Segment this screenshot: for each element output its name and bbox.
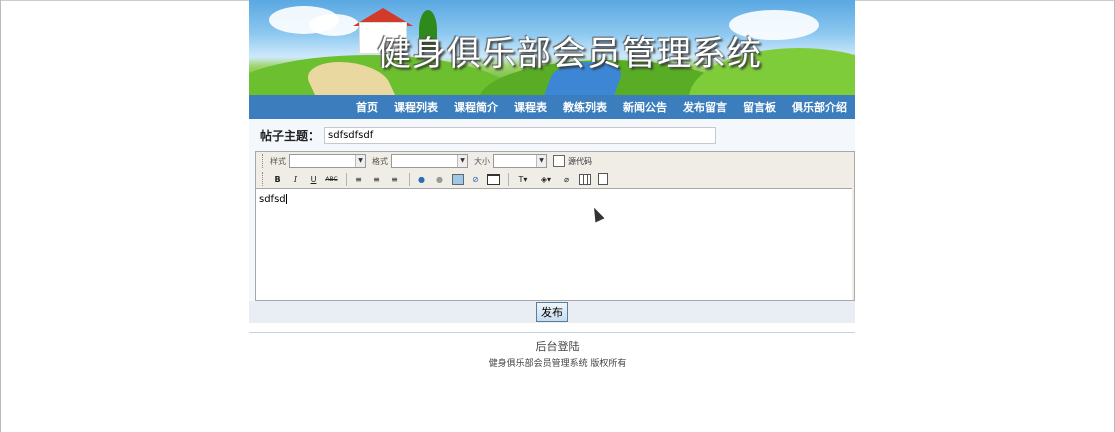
nav-item-post-message[interactable]: 发布留言 xyxy=(675,99,735,115)
chevron-down-icon: ▼ xyxy=(457,155,467,167)
nav-item-news[interactable]: 新闻公告 xyxy=(615,99,675,115)
preview-icon[interactable] xyxy=(595,172,610,186)
align-right-icon[interactable]: ≡ xyxy=(387,172,402,186)
chevron-down-icon: ▼ xyxy=(536,155,546,167)
italic-icon[interactable]: I xyxy=(288,172,303,186)
admin-login-link[interactable]: 后台登陆 xyxy=(0,338,1115,354)
nav-item-coach-list[interactable]: 教练列表 xyxy=(555,99,615,115)
cloud-graphic xyxy=(309,14,359,36)
align-left-icon[interactable]: ≡ xyxy=(351,172,366,186)
submit-row: 发布 xyxy=(249,301,855,323)
publish-button[interactable]: 发布 xyxy=(536,302,568,322)
copyright-text: 健身俱乐部会员管理系统 版权所有 xyxy=(488,359,627,369)
header-banner: 健身俱乐部会员管理系统 xyxy=(249,0,855,95)
toolbar-grip[interactable] xyxy=(262,154,266,168)
format-label: 格式 xyxy=(372,156,388,166)
iframe-icon[interactable] xyxy=(486,172,501,186)
chevron-down-icon: ▼ xyxy=(355,155,365,167)
toolbar-separator xyxy=(508,172,509,186)
strikethrough-icon[interactable]: ABC xyxy=(324,172,339,186)
nav-item-message-board[interactable]: 留言板 xyxy=(735,99,784,115)
toolbar-grip[interactable] xyxy=(262,172,266,186)
footer-divider xyxy=(249,332,855,333)
rich-text-editor: 样式 ▼ 格式 ▼ 大小 ▼ 源代码 B I U ABC ≡ ≡ ≡ ● ● ⊘… xyxy=(255,151,855,301)
subject-row: 帖子主题： xyxy=(249,119,855,151)
text-caret xyxy=(285,194,287,204)
format-select[interactable]: ▼ xyxy=(391,154,468,168)
page-container: 健身俱乐部会员管理系统 首页 课程列表 课程简介 课程表 教练列表 新闻公告 发… xyxy=(249,0,855,323)
nav-item-home[interactable]: 首页 xyxy=(348,99,386,115)
subject-input[interactable] xyxy=(324,126,717,144)
toolbar-separator xyxy=(409,172,410,186)
image-icon[interactable] xyxy=(450,172,465,186)
nav-item-club-intro[interactable]: 俱乐部介绍 xyxy=(784,99,855,115)
source-code-button[interactable]: 源代码 xyxy=(553,155,592,167)
source-code-label: 源代码 xyxy=(568,156,592,166)
background-color-icon[interactable]: ◈▾ xyxy=(536,172,556,186)
site-title: 健身俱乐部会员管理系统 xyxy=(377,34,762,74)
align-center-icon[interactable]: ≡ xyxy=(369,172,384,186)
style-label: 样式 xyxy=(270,156,286,166)
flash-icon[interactable]: ⊘ xyxy=(468,172,483,186)
main-nav: 首页 课程列表 课程简介 课程表 教练列表 新闻公告 发布留言 留言板 俱乐部介… xyxy=(249,95,855,119)
table-icon[interactable] xyxy=(577,172,592,186)
editor-content-area[interactable]: sdfsd xyxy=(256,188,852,300)
editor-content-text: sdfsd xyxy=(259,194,286,205)
link-icon[interactable]: ● xyxy=(414,172,429,186)
subject-label: 帖子主题： xyxy=(260,128,321,143)
nav-item-course-list[interactable]: 课程列表 xyxy=(386,99,446,115)
underline-icon[interactable]: U xyxy=(306,172,321,186)
editor-toolbar-bottom: B I U ABC ≡ ≡ ≡ ● ● ⊘ T▾ ◈▾ ⌀ xyxy=(256,170,854,188)
size-label: 大小 xyxy=(474,156,490,166)
toolbar-separator xyxy=(346,172,347,186)
source-code-icon xyxy=(553,155,565,167)
nav-item-schedule[interactable]: 课程表 xyxy=(506,99,555,115)
editor-toolbar-top: 样式 ▼ 格式 ▼ 大小 ▼ 源代码 xyxy=(256,152,854,170)
nav-item-course-intro[interactable]: 课程简介 xyxy=(446,99,506,115)
size-select[interactable]: ▼ xyxy=(493,154,547,168)
post-form: 帖子主题： 样式 ▼ 格式 ▼ 大小 ▼ 源代码 B I U xyxy=(249,119,855,323)
style-select[interactable]: ▼ xyxy=(289,154,366,168)
unlink-icon[interactable]: ● xyxy=(432,172,447,186)
text-color-icon[interactable]: T▾ xyxy=(513,172,533,186)
bold-icon[interactable]: B xyxy=(270,172,285,186)
eraser-icon[interactable]: ⌀ xyxy=(559,172,574,186)
